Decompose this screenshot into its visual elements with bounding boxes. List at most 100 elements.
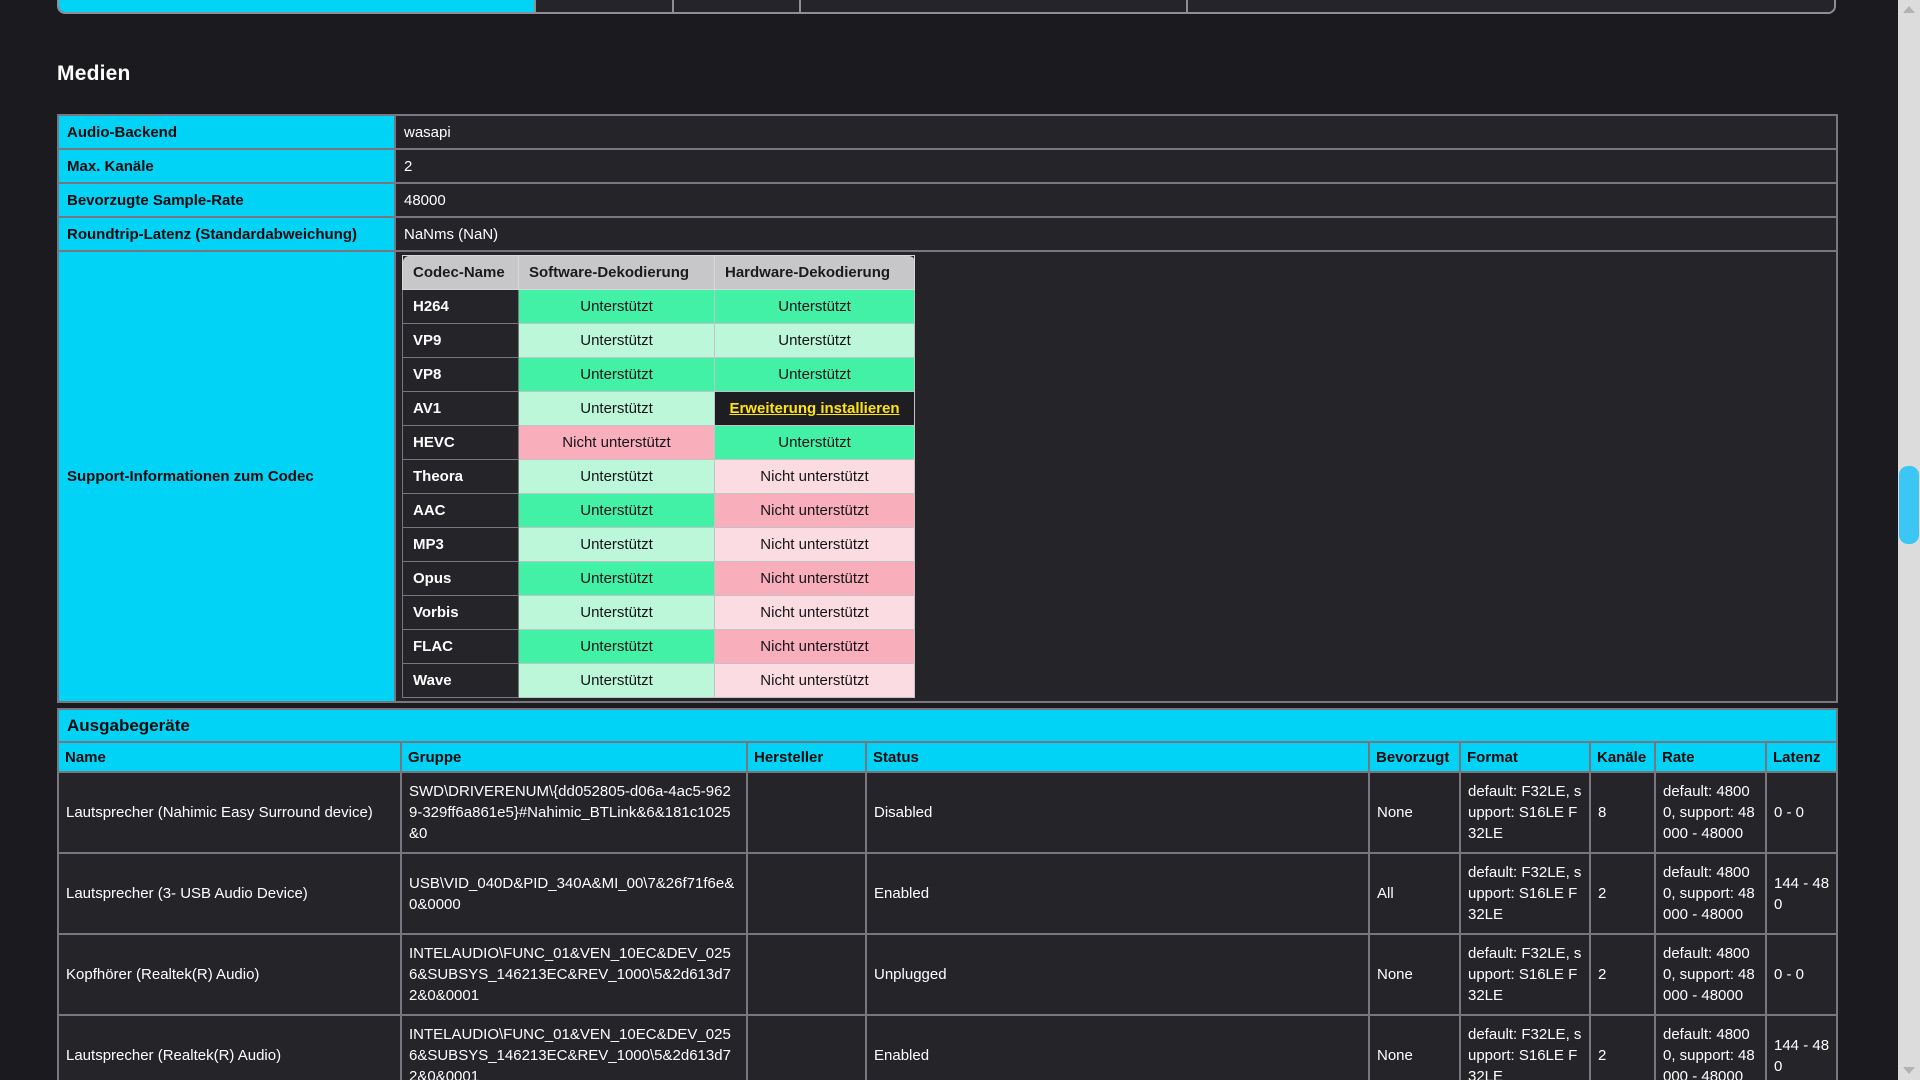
codec-hardware-cell: Nicht unterstützt <box>715 562 915 596</box>
codec-name-cell: FLAC <box>403 630 519 664</box>
codec-hardware-cell: Nicht unterstützt <box>715 494 915 528</box>
codec-name-cell: AV1 <box>403 392 519 426</box>
codec-name-cell: Opus <box>403 562 519 596</box>
col-header-status: Status <box>866 742 1369 772</box>
device-format-cell: default: F32LE, support: S16LE F32LE <box>1460 934 1590 1015</box>
codec-name-cell: Vorbis <box>403 596 519 630</box>
codec-row-hevc: HEVC Nicht unterstützt Unterstützt <box>403 426 915 460</box>
device-format-cell: default: F32LE, support: S16LE F32LE <box>1460 772 1590 853</box>
media-properties-table: Audio-Backend wasapi Max. Kanäle 2 Bevor… <box>57 114 1838 703</box>
codec-row-vorbis: Vorbis Unterstützt Nicht unterstützt <box>403 596 915 630</box>
install-extension-link[interactable]: Erweiterung installieren <box>729 400 899 417</box>
device-name-cell: Lautsprecher (3- USB Audio Device) <box>58 853 401 934</box>
device-status-cell: Enabled <box>866 1015 1369 1080</box>
output-devices-header-row: Name Gruppe Hersteller Status Bevorzugt … <box>58 742 1837 772</box>
col-header-latenz: Latenz <box>1766 742 1837 772</box>
media-internals-page: Medien Audio-Backend wasapi Max. Kanäle … <box>0 0 1920 1080</box>
device-row-usb: Lautsprecher (3- USB Audio Device) USB\V… <box>58 853 1837 934</box>
codec-software-cell: Unterstützt <box>519 358 715 392</box>
codec-row-av1: AV1 Unterstützt Erweiterung installieren <box>403 392 915 426</box>
device-preferred-cell: None <box>1369 772 1460 853</box>
codec-hardware-cell: Nicht unterstützt <box>715 528 915 562</box>
codec-software-cell: Unterstützt <box>519 324 715 358</box>
codec-row-vp8: VP8 Unterstützt Unterstützt <box>403 358 915 392</box>
codec-software-cell: Unterstützt <box>519 392 715 426</box>
prop-value-roundtrip-latency: NaNms (NaN) <box>395 217 1837 251</box>
device-status-cell: Enabled <box>866 853 1369 934</box>
device-preferred-cell: None <box>1369 934 1460 1015</box>
output-devices-table: Ausgabegeräte Name Gruppe Hersteller Sta… <box>57 708 1838 1080</box>
codec-row-opus: Opus Unterstützt Nicht unterstützt <box>403 562 915 596</box>
codec-name-cell: H264 <box>403 290 519 324</box>
codec-hardware-cell: Erweiterung installieren <box>715 392 915 426</box>
device-status-cell: Unplugged <box>866 934 1369 1015</box>
scroll-down-arrow-icon <box>1903 1067 1915 1074</box>
col-header-hersteller: Hersteller <box>747 742 866 772</box>
codec-software-cell: Unterstützt <box>519 528 715 562</box>
codec-row-vp9: VP9 Unterstützt Unterstützt <box>403 324 915 358</box>
col-header-rate: Rate <box>1655 742 1766 772</box>
codec-row-wave: Wave Unterstützt Nicht unterstützt <box>403 664 915 698</box>
device-rate-cell: default: 48000, support: 48000 - 48000 <box>1655 853 1766 934</box>
codec-software-cell: Unterstützt <box>519 562 715 596</box>
device-manufacturer-cell <box>747 1015 866 1080</box>
codec-row-aac: AAC Unterstützt Nicht unterstützt <box>403 494 915 528</box>
device-row-nahimic: Lautsprecher (Nahimic Easy Surround devi… <box>58 772 1837 853</box>
codec-col-header-name: Codec-Name <box>403 256 519 290</box>
device-manufacturer-cell <box>747 772 866 853</box>
codec-col-header-hardware: Hardware-Dekodierung <box>715 256 915 290</box>
vertical-scrollbar[interactable] <box>1898 0 1920 1080</box>
table-cell-fragment <box>534 0 672 12</box>
col-header-bevorzugt: Bevorzugt <box>1369 742 1460 772</box>
codec-name-cell: VP8 <box>403 358 519 392</box>
scrollbar-thumb[interactable] <box>1899 466 1919 544</box>
device-channels-cell: 2 <box>1590 934 1655 1015</box>
codec-name-cell: Theora <box>403 460 519 494</box>
device-row-headphones: Kopfhörer (Realtek(R) Audio) INTELAUDIO\… <box>58 934 1837 1015</box>
codec-software-cell: Unterstützt <box>519 290 715 324</box>
page-title: Medien <box>57 62 131 86</box>
codec-name-cell: AAC <box>403 494 519 528</box>
device-latency-cell: 0 - 0 <box>1766 772 1837 853</box>
device-channels-cell: 2 <box>1590 1015 1655 1080</box>
prop-value-audio-backend: wasapi <box>395 115 1837 149</box>
col-header-gruppe: Gruppe <box>401 742 747 772</box>
device-group-cell: INTELAUDIO\FUNC_01&VEN_10EC&DEV_0256&SUB… <box>401 934 747 1015</box>
device-rate-cell: default: 48000, support: 48000 - 48000 <box>1655 934 1766 1015</box>
device-row-speakers-realtek: Lautsprecher (Realtek(R) Audio) INTELAUD… <box>58 1015 1837 1080</box>
device-group-cell: SWD\DRIVERENUM\{dd052805-d06a-4ac5-9629-… <box>401 772 747 853</box>
codec-hardware-cell: Unterstützt <box>715 324 915 358</box>
scrollbar-down-button[interactable] <box>1898 1062 1920 1080</box>
codec-software-cell: Unterstützt <box>519 664 715 698</box>
table-cell-fragment-cyan <box>59 0 534 12</box>
device-format-cell: default: F32LE, support: S16LE F32LE <box>1460 853 1590 934</box>
table-cell-fragment <box>1186 0 1834 12</box>
prop-label-audio-backend: Audio-Backend <box>58 115 395 149</box>
device-format-cell: default: F32LE, support: S16LE F32LE <box>1460 1015 1590 1080</box>
codec-support-table: Codec-Name Software-Dekodierung Hardware… <box>402 255 915 698</box>
device-name-cell: Lautsprecher (Nahimic Easy Surround devi… <box>58 772 401 853</box>
col-header-kanaele: Kanäle <box>1590 742 1655 772</box>
device-manufacturer-cell <box>747 853 866 934</box>
scrollbar-up-button[interactable] <box>1898 0 1920 18</box>
prop-label-sample-rate: Bevorzugte Sample-Rate <box>58 183 395 217</box>
col-header-name: Name <box>58 742 401 772</box>
table-cell-fragment <box>672 0 799 12</box>
codec-software-cell: Unterstützt <box>519 630 715 664</box>
device-status-cell: Disabled <box>866 772 1369 853</box>
prop-value-sample-rate: 48000 <box>395 183 1837 217</box>
device-channels-cell: 2 <box>1590 853 1655 934</box>
device-group-cell: INTELAUDIO\FUNC_01&VEN_10EC&DEV_0256&SUB… <box>401 1015 747 1080</box>
codec-hardware-cell: Unterstützt <box>715 426 915 460</box>
codec-hardware-cell: Nicht unterstützt <box>715 630 915 664</box>
codec-software-cell: Unterstützt <box>519 596 715 630</box>
codec-hardware-cell: Nicht unterstützt <box>715 460 915 494</box>
codec-hardware-cell: Nicht unterstützt <box>715 596 915 630</box>
codec-name-cell: MP3 <box>403 528 519 562</box>
device-latency-cell: 144 - 480 <box>1766 1015 1837 1080</box>
codec-row-h264: H264 Unterstützt Unterstützt <box>403 290 915 324</box>
device-latency-cell: 0 - 0 <box>1766 934 1837 1015</box>
scroll-up-arrow-icon <box>1903 6 1915 13</box>
codec-name-cell: Wave <box>403 664 519 698</box>
codec-col-header-software: Software-Dekodierung <box>519 256 715 290</box>
